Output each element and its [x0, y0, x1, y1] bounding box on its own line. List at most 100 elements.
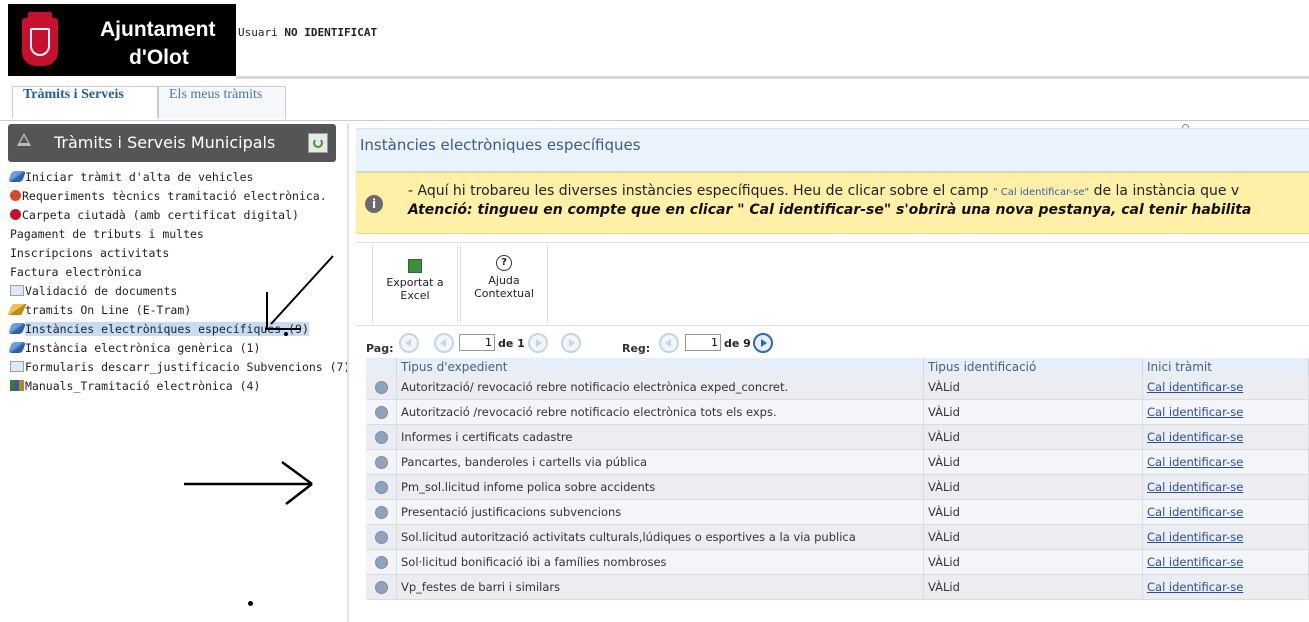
info-text-line1: - Aquí hi trobareu les diverses instànci…	[408, 183, 1239, 199]
row-expand-cell[interactable]	[366, 449, 397, 475]
info-text-continued: de la instància que v	[1093, 183, 1240, 199]
column-header-inici-tramit[interactable]: Inici tràmit	[1142, 358, 1309, 375]
last-page-button[interactable]	[561, 333, 581, 353]
record-number-input[interactable]	[685, 334, 721, 351]
next-page-button[interactable]	[528, 333, 548, 353]
row-expand-icon[interactable]	[374, 406, 388, 419]
cal-identificar-link[interactable]: Cal identificar-se	[1147, 555, 1243, 569]
seal-icon	[10, 209, 21, 220]
table-row[interactable]: Vp_festes de barri i similars VÀLid Cal …	[366, 574, 1309, 600]
row-expand-icon[interactable]	[374, 456, 388, 469]
row-expand-cell[interactable]	[366, 375, 397, 400]
help-icon: ?	[496, 255, 512, 271]
refresh-icon[interactable]	[308, 133, 328, 153]
cell-inici-tramit: Cal identificar-se	[1142, 549, 1309, 575]
row-expand-icon[interactable]	[374, 581, 388, 594]
alert-icon	[10, 190, 21, 201]
row-expand-icon[interactable]	[374, 506, 388, 519]
row-expand-cell[interactable]	[366, 549, 397, 575]
menu-item-manuals[interactable]: Manuals_Tramitació electrònica (4)	[10, 377, 340, 396]
page-number-input[interactable]	[459, 334, 495, 351]
table-row[interactable]: Sol.licitud autorització activitats cult…	[366, 524, 1309, 550]
cell-tipus-expedient: Sol·licitud bonificació ibi a famílies n…	[396, 549, 924, 575]
info-notice: i - Aquí hi trobareu les diverses instàn…	[356, 172, 1309, 234]
info-icon: i	[365, 195, 383, 213]
table-row[interactable]: Informes i certificats cadastre VÀLid Ca…	[366, 424, 1309, 450]
header: Ajuntament d'Olot Usuari NO IDENTIFICAT	[0, 0, 1309, 76]
menu-item-pagament[interactable]: Pagament de tributs i multes	[10, 225, 340, 244]
cell-tipus-expedient: Sol.licitud autorització activitats cult…	[396, 524, 924, 550]
annotation-arrow-diagonal	[265, 255, 334, 330]
cell-inici-tramit: Cal identificar-se	[1142, 399, 1309, 425]
cal-identificar-link[interactable]: Cal identificar-se	[1147, 455, 1243, 469]
row-expand-icon[interactable]	[374, 556, 388, 569]
cal-identificar-link[interactable]: Cal identificar-se	[1147, 530, 1243, 544]
left-panel-header: Tràmits i Serveis Municipals	[8, 124, 336, 162]
page-label: Pag:	[366, 342, 394, 355]
menu-item-alta-vehicles[interactable]: Iniciar tràmit d'alta de vehicles	[7, 168, 340, 187]
prev-record-button[interactable]	[659, 333, 679, 353]
row-expand-icon[interactable]	[374, 431, 388, 444]
cell-tipus-identificacio: VÀLid	[923, 549, 1143, 575]
menu-item-formularis[interactable]: Formularis descarr_justificacio Subvenci…	[10, 358, 350, 377]
annotation-arrow-right	[184, 460, 313, 505]
tab-meus-tramits[interactable]: Els meus tràmits	[158, 86, 286, 119]
table-row[interactable]: Sol·licitud bonificació ibi a famílies n…	[366, 549, 1309, 575]
export-excel-button[interactable]: Exportat a Excel	[372, 245, 458, 323]
export-label-line2: Excel	[400, 289, 430, 302]
logo[interactable]: Ajuntament d'Olot	[8, 4, 236, 76]
row-expand-cell[interactable]	[366, 574, 397, 600]
cal-identificar-link[interactable]: Cal identificar-se	[1147, 505, 1243, 519]
toolbar-divider	[356, 242, 1309, 243]
cal-identificar-link[interactable]: Cal identificar-se	[1147, 430, 1243, 444]
next-record-button[interactable]	[753, 333, 773, 353]
cell-tipus-expedient: Autorització/ revocació rebre notificaci…	[396, 375, 924, 400]
row-expand-icon[interactable]	[374, 531, 388, 544]
column-header-tipus-expedient[interactable]: Tipus d'expedient	[396, 358, 924, 375]
cell-inici-tramit: Cal identificar-se	[1142, 449, 1309, 475]
tab-tramits-serveis[interactable]: Tràmits i Serveis	[12, 86, 158, 119]
contextual-help-button[interactable]: ? Ajuda Contextual	[460, 245, 548, 323]
cal-identificar-link[interactable]: Cal identificar-se	[1147, 405, 1243, 419]
cell-tipus-identificacio: VÀLid	[923, 375, 1143, 400]
cal-identificar-link[interactable]: Cal identificar-se	[1147, 480, 1243, 494]
panel-divider[interactable]	[347, 124, 349, 622]
menu-item-requeriments[interactable]: Requeriments tècnics tramitació electròn…	[10, 187, 340, 206]
row-expand-icon[interactable]	[374, 381, 388, 394]
cell-tipus-expedient: Autorització /revocació rebre notificaci…	[396, 399, 924, 425]
table-row[interactable]: Presentació justificacions subvencions V…	[366, 499, 1309, 525]
menu-item-carpeta-ciutada[interactable]: Carpeta ciutadà (amb certificat digital)	[10, 206, 340, 225]
table-header-bullet	[366, 358, 397, 375]
table-row[interactable]: Autorització/ revocació rebre notificaci…	[366, 375, 1309, 400]
user-status: Usuari NO IDENTIFICAT	[238, 26, 377, 39]
table-row[interactable]: Pm_sol.licitud infome polica sobre accid…	[366, 474, 1309, 500]
table-row[interactable]: Autorització /revocació rebre notificaci…	[366, 399, 1309, 425]
row-expand-cell[interactable]	[366, 474, 397, 500]
cell-tipus-identificacio: VÀLid	[923, 424, 1143, 450]
cell-inici-tramit: Cal identificar-se	[1142, 424, 1309, 450]
cell-tipus-expedient: Informes i certificats cadastre	[396, 424, 924, 450]
tab-divider	[0, 120, 1309, 121]
export-label-line1: Exportat a	[386, 276, 444, 289]
row-expand-icon[interactable]	[374, 481, 388, 494]
first-page-button[interactable]	[399, 333, 419, 353]
cell-tipus-expedient: Vp_festes de barri i similars	[396, 574, 924, 600]
cell-inici-tramit: Cal identificar-se	[1142, 574, 1309, 600]
annotation-dot	[248, 601, 253, 606]
cell-tipus-identificacio: VÀLid	[923, 474, 1143, 500]
table-row[interactable]: Pancartes, banderoles i cartells via púb…	[366, 449, 1309, 475]
row-expand-cell[interactable]	[366, 424, 397, 450]
row-expand-cell[interactable]	[366, 499, 397, 525]
cal-identificar-link[interactable]: Cal identificar-se	[1147, 580, 1243, 594]
main-title-bar: Instàncies electròniques específiques	[356, 128, 1309, 172]
info-warning-text: Atenció: tingueu en compte que en clicar…	[408, 202, 1252, 218]
row-expand-cell[interactable]	[366, 399, 397, 425]
collapse-triangle-icon[interactable]	[17, 133, 31, 146]
column-header-tipus-identificacio[interactable]: Tipus identificació	[923, 358, 1143, 375]
page-title: Instàncies electròniques específiques	[360, 136, 641, 154]
cal-identificar-link[interactable]: Cal identificar-se	[1147, 380, 1243, 394]
menu-item-instancia-generica[interactable]: Instància electrònica genèrica (1)	[7, 339, 340, 358]
prev-page-button[interactable]	[434, 333, 454, 353]
row-expand-cell[interactable]	[366, 524, 397, 550]
cell-tipus-expedient: Pancartes, banderoles i cartells via púb…	[396, 449, 924, 475]
